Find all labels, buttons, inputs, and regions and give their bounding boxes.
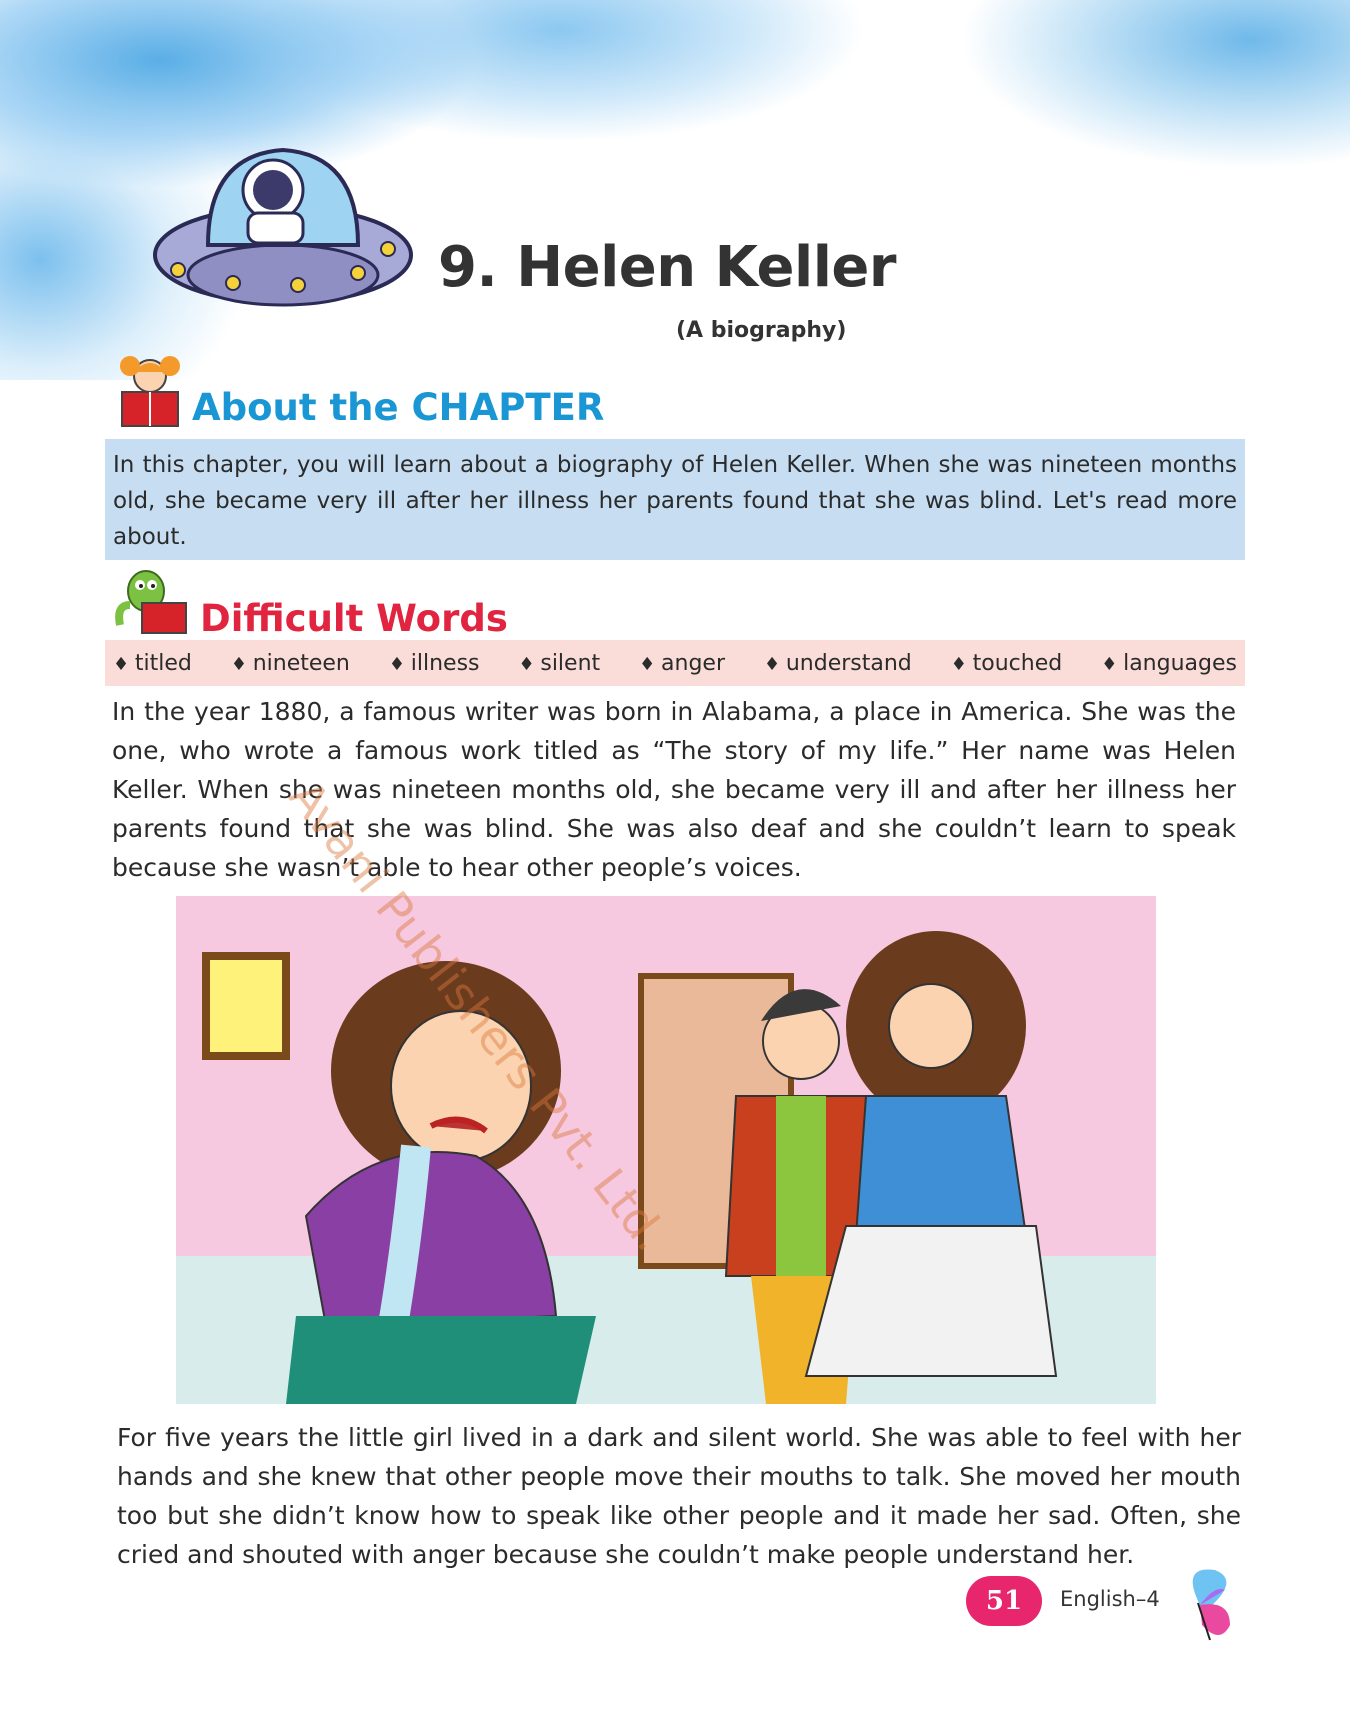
story-paragraph-2: For five years the little girl lived in … (117, 1423, 1241, 1569)
difficult-word: anger (639, 651, 725, 676)
difficult-word: titled (113, 651, 192, 676)
girl-reading-icon (120, 356, 180, 427)
difficult-word: understand (764, 651, 912, 676)
bookworm-icon (115, 570, 187, 634)
difficult-word: touched (951, 651, 1063, 676)
difficult-words-heading: Difficult Words (200, 597, 508, 640)
butterfly-icon (1192, 1569, 1230, 1641)
about-chapter-text: In this chapter, you will learn about a … (113, 452, 1237, 550)
page-number-badge: 51 (966, 1576, 1042, 1626)
ufo-astronaut-illustration (153, 147, 413, 307)
story-paragraph-1: In the year 1880, a famous writer was bo… (112, 697, 1236, 882)
difficult-word: nineteen (231, 651, 350, 676)
chapter-title: 9. Helen Keller (438, 235, 897, 300)
difficult-word: languages (1101, 651, 1237, 676)
difficult-word: silent (519, 651, 600, 676)
about-chapter-heading: About the CHAPTER (192, 386, 605, 429)
story-illustration (176, 896, 1156, 1404)
chapter-subtitle: (A biography) (676, 318, 847, 343)
difficult-word: illness (389, 651, 480, 676)
difficult-words-list: titled nineteen illness silent anger und… (105, 640, 1245, 686)
book-label: English–4 (1060, 1587, 1160, 1611)
